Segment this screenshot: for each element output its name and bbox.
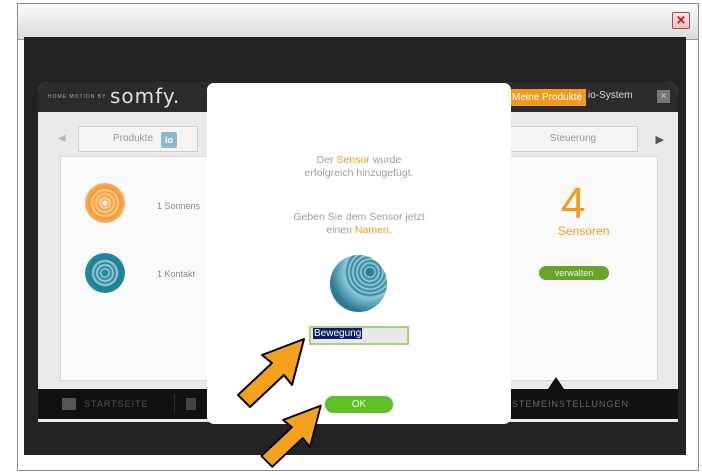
close-icon[interactable]: × (672, 12, 690, 29)
tab-steuerung[interactable]: Steuerung (508, 126, 638, 152)
motion-sensor-icon (330, 255, 387, 312)
msg1-post: wurde (369, 154, 402, 166)
verwalten-button[interactable]: verwalten (539, 266, 609, 280)
msg2-line1: Geben Sie dem Sensor jetzt (293, 211, 425, 223)
active-notch (548, 377, 564, 389)
name-prompt: Geben Sie dem Sensor jetzt einen Namen. (207, 211, 511, 237)
nav-meine-produkte[interactable]: Meine Produkte (508, 89, 587, 106)
settings-icon[interactable] (186, 398, 196, 410)
success-message: Der Sensor wurde erfolgreich hinzugefügt… (207, 154, 511, 180)
msg2-post: . (388, 224, 392, 236)
nav-io-system[interactable]: io-System (588, 90, 632, 101)
systemeinstellungen-link[interactable]: SYSTEMEINSTELLUNGEN (498, 399, 629, 409)
home-icon[interactable] (62, 398, 76, 410)
brand-tagline: HOME MOTION BY (48, 94, 107, 100)
sensor-count: 4 (561, 179, 586, 228)
arrow-right-icon[interactable]: ▶ (656, 133, 664, 146)
msg1-pre: Der (316, 154, 337, 166)
msg2-pre: einen (326, 224, 355, 236)
bottom-divider (174, 395, 175, 413)
list-item: 1 Sonnens (157, 201, 201, 211)
msg1-highlight: Sensor (336, 154, 370, 166)
arrow-left-icon[interactable]: ◀ (58, 133, 66, 144)
sensor-name-input[interactable]: Bewegung (309, 326, 409, 345)
sensor-count-label: Sensoren (558, 224, 610, 238)
sun-sensor-icon (85, 183, 125, 223)
somfy-logo: somfy. (110, 84, 181, 108)
title-bar: × (18, 4, 698, 40)
tab-produkte-label: Produkte (113, 133, 154, 144)
tab-produkte[interactable]: Produkte io (78, 126, 198, 152)
cursor-arrow-icon (260, 404, 322, 468)
startseite-link[interactable]: STARTSEITE (84, 399, 149, 409)
ok-button[interactable]: OK (325, 396, 393, 413)
msg2-highlight: Namen (354, 224, 389, 236)
list-item: 1 Kontakt (157, 269, 196, 279)
input-selected-text: Bewegung (313, 328, 363, 339)
msg1-line2: erfolgreich hinzugefügt. (304, 167, 414, 179)
contact-sensor-icon (85, 253, 125, 293)
nav-separator: | (578, 90, 581, 102)
app-close-icon[interactable]: × (657, 90, 670, 103)
io-badge-icon: io (161, 132, 177, 148)
